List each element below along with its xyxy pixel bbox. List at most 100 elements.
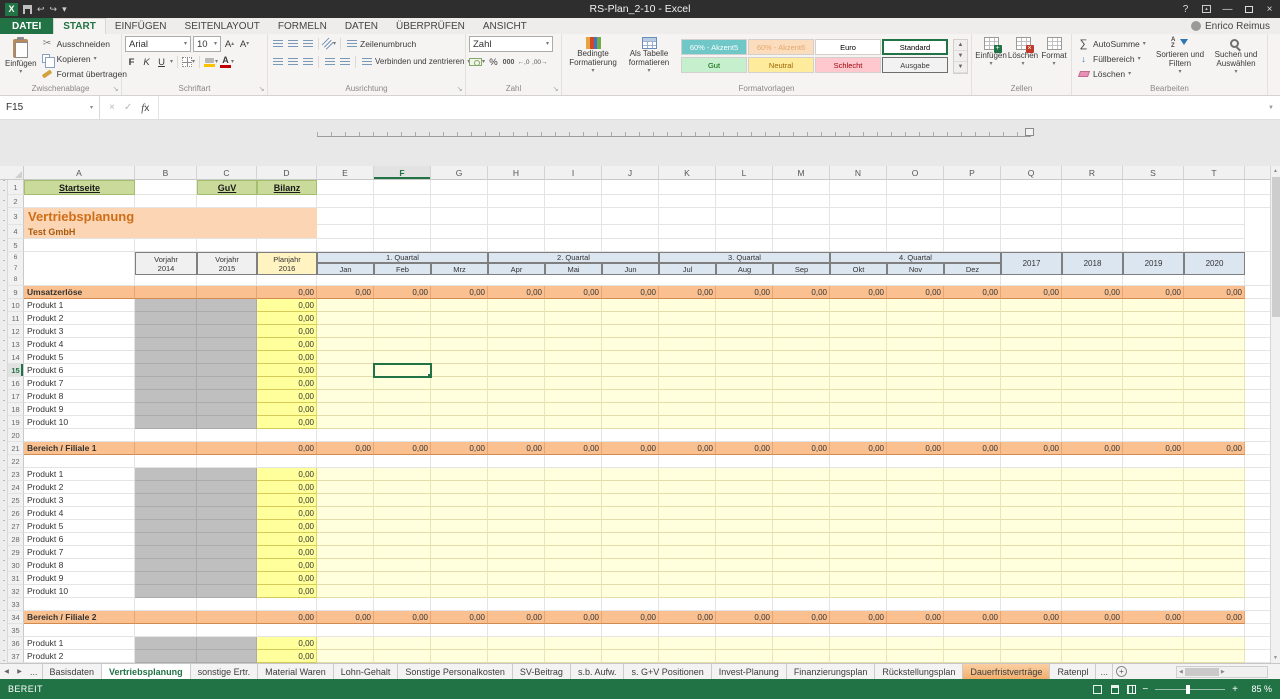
cell-F13[interactable] [374, 338, 431, 351]
cell-K31[interactable] [659, 572, 716, 585]
cell-J30[interactable] [602, 559, 659, 572]
cell-B22[interactable] [135, 455, 197, 468]
cell-R14[interactable] [1062, 351, 1123, 364]
cell-P36[interactable] [944, 637, 1001, 650]
cell-R29[interactable] [1062, 546, 1123, 559]
cell-B10[interactable] [135, 299, 197, 312]
cell-A11[interactable]: Produkt 2 [24, 312, 135, 325]
cell-C12[interactable] [197, 325, 257, 338]
row-header-27[interactable]: 27 [8, 520, 24, 533]
cell-P12[interactable] [944, 325, 1001, 338]
increase-decimal-button[interactable]: ←,0 [517, 55, 530, 69]
cell-J20[interactable] [602, 429, 659, 442]
cell-P25[interactable] [944, 494, 1001, 507]
cell-A9[interactable]: Umsatzerlöse [24, 286, 135, 299]
cell-F25[interactable] [374, 494, 431, 507]
cell-P33[interactable] [944, 598, 1001, 611]
cell-C5[interactable] [197, 239, 257, 252]
cell-P35[interactable] [944, 624, 1001, 637]
row-header-25[interactable]: 25 [8, 494, 24, 507]
cell-F10[interactable] [374, 299, 431, 312]
cell-O3[interactable] [887, 208, 944, 225]
cell-N1[interactable] [830, 180, 887, 195]
row-header-9[interactable]: 9 [8, 286, 24, 299]
cell-J5[interactable] [602, 239, 659, 252]
formula-bar-expand-icon[interactable]: ▼ [1262, 96, 1280, 119]
cell-O10[interactable] [887, 299, 944, 312]
cell-M26[interactable] [773, 507, 830, 520]
cell-K23[interactable] [659, 468, 716, 481]
cell-E12[interactable] [317, 325, 374, 338]
cell-F16[interactable] [374, 377, 431, 390]
cell-R27[interactable] [1062, 520, 1123, 533]
row-header-22[interactable]: 22 [8, 455, 24, 468]
row-header-23[interactable]: 23 [8, 468, 24, 481]
cell-S12[interactable] [1123, 325, 1184, 338]
cell-P10[interactable] [944, 299, 1001, 312]
cell-H20[interactable] [488, 429, 545, 442]
cell-E4[interactable] [317, 225, 374, 239]
cell-S2[interactable] [1123, 195, 1184, 208]
merge-center-button[interactable]: Verbinden und zentrieren▾ [360, 54, 472, 69]
align-bottom-button[interactable] [301, 37, 314, 51]
col-header-L[interactable]: L [716, 166, 773, 180]
row-header-33[interactable]: 33 [8, 598, 24, 611]
find-select-button[interactable]: Suchen und Auswählen ▾ [1208, 36, 1264, 76]
cell-K17[interactable] [659, 390, 716, 403]
cell-N28[interactable] [830, 533, 887, 546]
cell-A35[interactable] [24, 624, 135, 637]
cell-T14[interactable] [1184, 351, 1245, 364]
cell-style-euro[interactable]: Euro [815, 39, 881, 55]
select-all-corner[interactable] [0, 166, 24, 180]
cell-Q2[interactable] [1001, 195, 1062, 208]
cell-I16[interactable] [545, 377, 602, 390]
cell-T16[interactable] [1184, 377, 1245, 390]
cell-M20[interactable] [773, 429, 830, 442]
cell-O5[interactable] [887, 239, 944, 252]
cell-G28[interactable] [431, 533, 488, 546]
cell-K14[interactable] [659, 351, 716, 364]
cell-C36[interactable] [197, 637, 257, 650]
cell-M31[interactable] [773, 572, 830, 585]
borders-button[interactable]: ▾ [182, 55, 195, 69]
cell-F19[interactable] [374, 416, 431, 429]
align-left-button[interactable] [271, 55, 284, 69]
font-name-select[interactable]: Arial▾ [125, 36, 191, 52]
cell-A29[interactable]: Produkt 7 [24, 546, 135, 559]
header-month-jun[interactable]: Jun [602, 263, 659, 275]
cell-H1[interactable] [488, 180, 545, 195]
cell-P34[interactable]: 0,00 [944, 611, 1001, 624]
cell-F18[interactable] [374, 403, 431, 416]
cell-S9[interactable]: 0,00 [1123, 286, 1184, 299]
cell-H30[interactable] [488, 559, 545, 572]
cell-G20[interactable] [431, 429, 488, 442]
cell-B32[interactable] [135, 585, 197, 598]
cell-P16[interactable] [944, 377, 1001, 390]
row-header-31[interactable]: 31 [8, 572, 24, 585]
cell-M24[interactable] [773, 481, 830, 494]
cell-I20[interactable] [545, 429, 602, 442]
col-header-M[interactable]: M [773, 166, 830, 180]
cell-Q11[interactable] [1001, 312, 1062, 325]
cell-O32[interactable] [887, 585, 944, 598]
cell-J10[interactable] [602, 299, 659, 312]
cell-P11[interactable] [944, 312, 1001, 325]
cell-style-60-akzent6[interactable]: 60% - Akzent6 [748, 39, 814, 55]
cell-B23[interactable] [135, 468, 197, 481]
cell-F26[interactable] [374, 507, 431, 520]
cell-N26[interactable] [830, 507, 887, 520]
cell-J21[interactable]: 0,00 [602, 442, 659, 455]
cell-H33[interactable] [488, 598, 545, 611]
cell-R22[interactable] [1062, 455, 1123, 468]
cell-O18[interactable] [887, 403, 944, 416]
col-header-K[interactable]: K [659, 166, 716, 180]
cell-I10[interactable] [545, 299, 602, 312]
cell-P29[interactable] [944, 546, 1001, 559]
cell-M33[interactable] [773, 598, 830, 611]
sheet-tab-vertriebsplanung[interactable]: Vertriebsplanung [102, 664, 191, 679]
cell-G15[interactable] [431, 364, 488, 377]
cell-B29[interactable] [135, 546, 197, 559]
cell-O4[interactable] [887, 225, 944, 239]
cell-A25[interactable]: Produkt 3 [24, 494, 135, 507]
cell-T9[interactable]: 0,00 [1184, 286, 1245, 299]
